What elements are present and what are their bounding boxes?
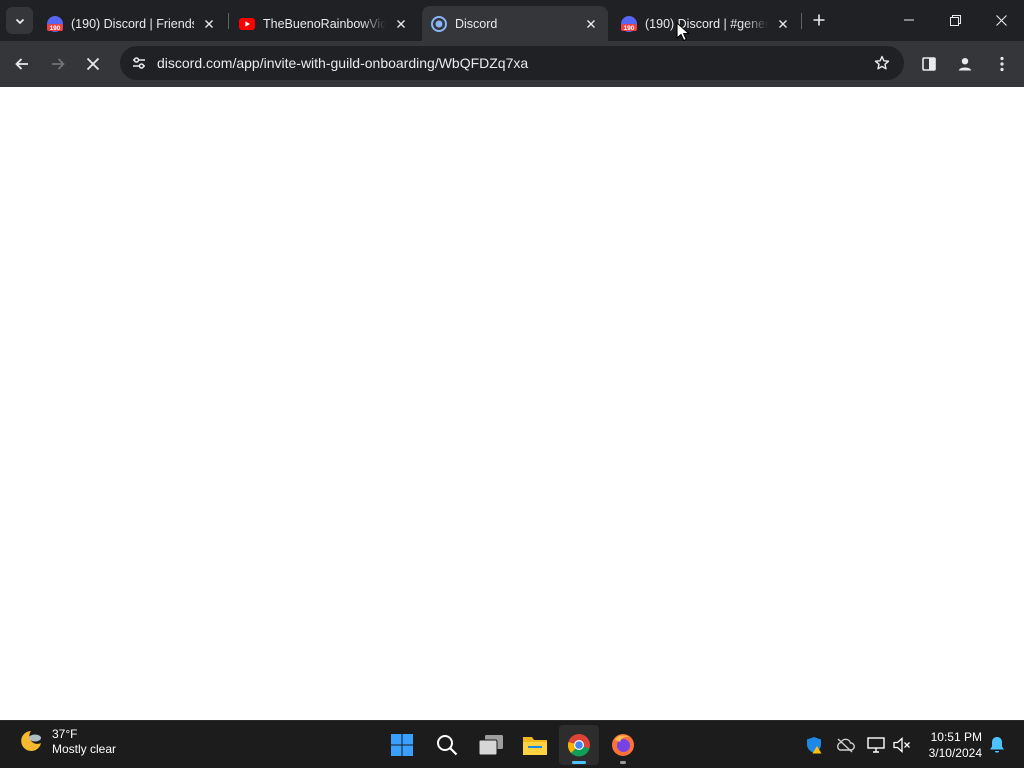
tab-title: (190) Discord | #general [645,16,768,31]
tab-separator [801,13,802,29]
active-app-indicator [572,761,586,764]
arrow-right-icon [52,58,65,70]
minimize-icon [904,19,914,21]
new-tab-button[interactable] [808,9,830,31]
bell-icon [990,737,1004,753]
system-clock[interactable]: 10:51 PM 3/10/2024 [929,729,982,761]
running-app-indicator [620,761,626,764]
volume-muted-icon [893,737,910,753]
page-content [0,87,1024,720]
close-tab-icon[interactable] [774,15,792,33]
notifications-button[interactable] [985,733,1009,757]
profile-icon [958,58,972,71]
task-view-icon [478,735,503,756]
svg-text:190: 190 [624,25,635,32]
browser-toolbar: discord.com/app/invite-with-guild-onboar… [0,41,1024,87]
close-window-button[interactable] [978,0,1024,40]
close-tab-icon[interactable] [582,15,600,33]
arrow-left-icon [15,58,28,70]
profile-button[interactable] [950,49,980,79]
close-icon [995,14,1007,26]
discord-badge-icon: 190 [621,15,637,32]
start-button[interactable] [382,725,422,765]
address-bar[interactable]: discord.com/app/invite-with-guild-onboar… [120,46,904,80]
firefox-taskbar-button[interactable] [603,725,643,765]
restore-icon [949,14,961,26]
tab-youtube[interactable]: TheBuenoRainbowVideos [230,6,418,41]
firefox-icon [612,734,634,756]
search-button[interactable] [427,725,467,765]
close-tab-icon[interactable] [392,15,410,33]
tab-title: TheBuenoRainbowVideos [263,16,386,31]
weather-condition: Mostly clear [52,742,117,756]
tab-discord-active[interactable]: Discord [422,6,608,41]
tab-title: Discord [455,16,498,31]
file-explorer-button[interactable] [515,725,555,765]
file-explorer-icon [523,737,547,755]
clock-time: 10:51 PM [930,730,982,744]
tab-title: (190) Discord | Friends [71,16,194,31]
browser-window-frame: 190 (190) Discord | Friends TheBuenoRain… [0,0,1024,87]
chrome-icon [567,734,590,757]
weather-temperature: 37°F [52,727,78,741]
close-tab-icon[interactable] [200,15,218,33]
tab-discord-general[interactable]: 190 (190) Discord | #general [612,6,800,41]
clock-date: 3/10/2024 [928,746,982,760]
onedrive-tray-icon[interactable] [833,733,857,757]
windows-taskbar: 37°F Mostly clear 10:51 PM 3/10/2024 [0,720,1024,768]
chrome-taskbar-button[interactable] [559,725,599,765]
network-tray-icon[interactable] [864,733,888,757]
site-info-button[interactable] [126,50,152,76]
menu-button[interactable] [987,49,1017,79]
tune-icon [133,57,145,69]
start-icon [391,734,413,756]
restore-button[interactable] [932,0,978,40]
mouse-cursor-icon [676,22,690,42]
security-tray-icon[interactable] [802,733,826,757]
svg-text:190: 190 [50,25,61,32]
tab-strip: 190 (190) Discord | Friends TheBuenoRain… [0,0,1024,41]
url-text[interactable]: discord.com/app/invite-with-guild-onboar… [157,55,528,71]
tab-discord-friends[interactable]: 190 (190) Discord | Friends [38,6,226,41]
task-view-button[interactable] [471,725,511,765]
discord-loading-icon [431,15,447,32]
weather-widget[interactable]: 37°F Mostly clear [16,727,116,757]
tab-search-button[interactable] [6,7,33,34]
bookmark-button[interactable] [870,51,894,75]
side-panel-icon [922,57,936,71]
moon-cloud-icon [21,731,41,751]
side-panel-button[interactable] [914,49,944,79]
star-icon [874,55,890,70]
more-vert-icon [1000,56,1004,72]
chevron-down-icon [15,18,24,24]
stop-loading-button[interactable] [78,49,108,79]
plus-icon [813,14,825,26]
back-button[interactable] [7,49,37,79]
youtube-icon [239,16,255,32]
volume-tray-icon[interactable] [890,733,914,757]
minimize-button[interactable] [886,0,932,40]
forward-button[interactable] [43,49,73,79]
discord-badge-icon: 190 [47,15,63,32]
shield-warning-icon [807,737,822,754]
search-icon [437,735,458,756]
tab-separator [228,13,229,29]
stop-icon [86,57,100,71]
network-icon [867,737,885,753]
cloud-offline-icon [837,738,855,753]
